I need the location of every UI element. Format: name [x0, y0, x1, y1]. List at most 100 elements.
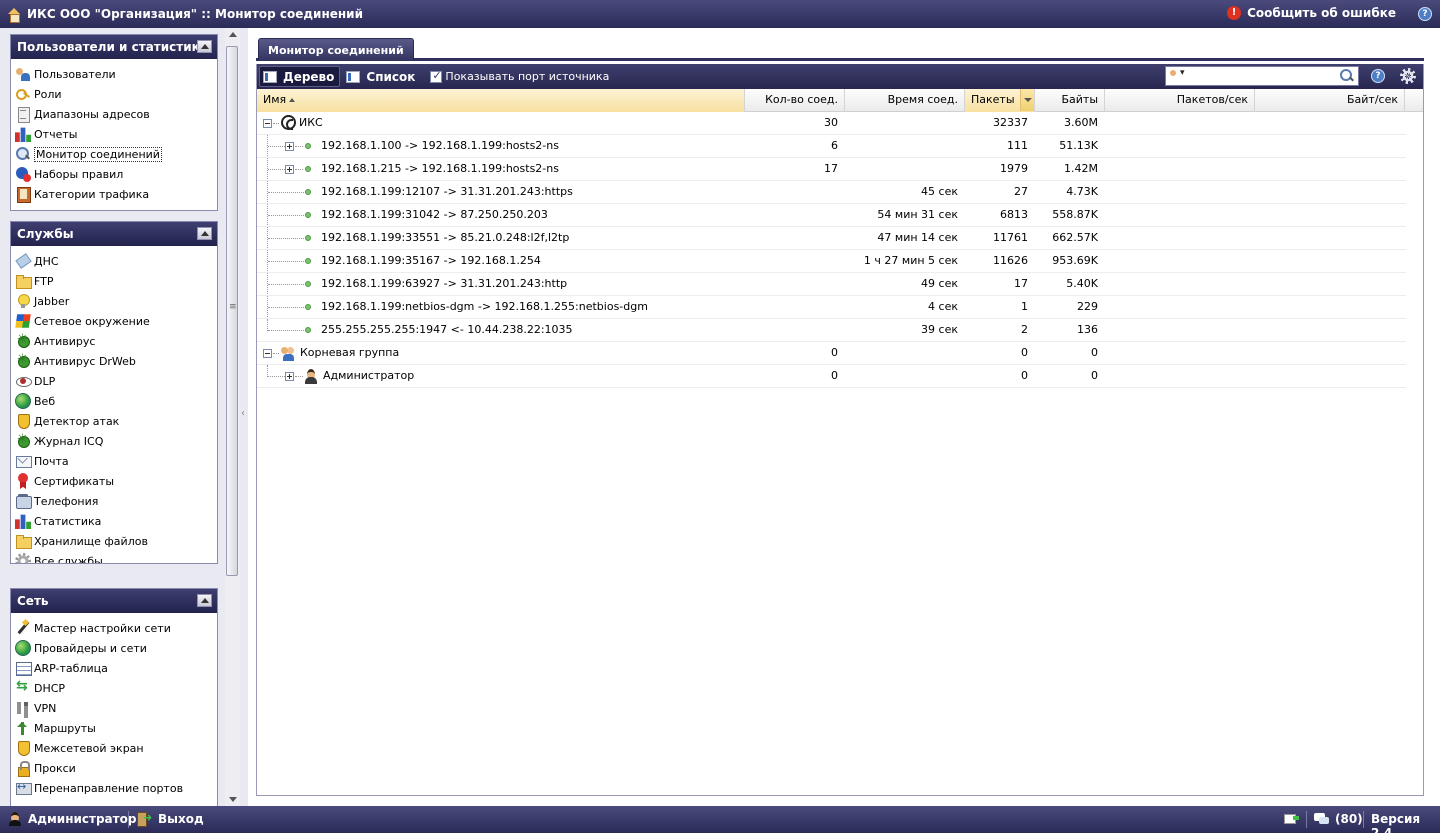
show-source-port-toggle[interactable]: Показывать порт источника [430, 69, 609, 83]
sidebar-item[interactable]: VPN [15, 698, 217, 718]
sidebar-item[interactable]: Антивирус [15, 331, 217, 351]
sidebar-item[interactable]: DHCP [15, 678, 217, 698]
help-icon[interactable]: ? [1418, 7, 1432, 21]
sidebar-item[interactable]: Почта [15, 451, 217, 471]
sidebar-item[interactable]: Сетевое окружение [15, 311, 217, 331]
sidebar-item[interactable]: Веб [15, 391, 217, 411]
sidebar-item[interactable]: ARP-таблица [15, 658, 217, 678]
scroll-down-icon[interactable] [229, 797, 237, 802]
list-view-button[interactable]: Список [342, 66, 421, 87]
sidebar-item[interactable]: Монитор соединений [15, 144, 217, 164]
app-title: ИКС ООО "Организация" :: Монитор соедине… [27, 7, 363, 21]
table-row[interactable]: 192.168.1.215 -> 192.168.1.199:hosts2-ns… [257, 158, 1406, 181]
sidebar-item[interactable]: ДНС [15, 251, 217, 271]
cell-packets: 2 [1021, 323, 1028, 336]
sidebar-item[interactable]: Диапазоны адресов [15, 104, 217, 124]
sidebar-panel-header[interactable]: Сеть [11, 589, 217, 613]
column-time-header[interactable]: Время соед. [845, 89, 965, 112]
column-bytes-per-sec-header[interactable]: Байт/сек [1255, 89, 1405, 112]
sidebar-item[interactable]: Журнал ICQ [15, 431, 217, 451]
show-source-port-checkbox[interactable] [430, 69, 443, 83]
settings-gear-icon[interactable] [1400, 68, 1416, 84]
logout-button[interactable]: Выход [137, 811, 204, 827]
table-row[interactable]: 255.255.255.255:1947 <- 10.44.238.22:103… [257, 319, 1406, 342]
cell-bytes: 3.60M [1064, 116, 1098, 129]
expand-node-icon[interactable] [285, 142, 294, 151]
messages-count: (80) [1335, 812, 1363, 826]
sidebar-item[interactable]: Провайдеры и сети [15, 638, 217, 658]
sidebar-item[interactable]: Наборы правил [15, 164, 217, 184]
sidebar-item[interactable]: Перенаправление портов [15, 778, 217, 798]
search-input[interactable] [1192, 68, 1332, 84]
table-row[interactable]: Администратор 0 0 0 [257, 365, 1406, 388]
filter-users-icon[interactable] [1170, 68, 1188, 83]
expand-node-icon[interactable] [285, 372, 294, 381]
cell-bytes: 136 [1077, 323, 1098, 336]
bug-icon [15, 352, 31, 369]
sidebar-item[interactable]: DLP [15, 371, 217, 391]
cell-count: 0 [831, 346, 838, 359]
scroll-up-icon[interactable] [229, 32, 237, 37]
collapse-icon[interactable] [197, 227, 212, 240]
sidebar-splitter[interactable] [240, 28, 248, 806]
sidebar-item[interactable]: Статистика [15, 511, 217, 531]
column-packets-header[interactable]: Пакеты [965, 89, 1035, 112]
table-row[interactable]: 192.168.1.199:31042 -> 87.250.250.203 54 … [257, 204, 1406, 227]
sidebar-item-label: Пользователи [34, 67, 116, 81]
table-row[interactable]: 192.168.1.199:12107 -> 31.31.201.243:htt… [257, 181, 1406, 204]
sidebar-item[interactable]: Роли [15, 84, 217, 104]
cell-bps [1255, 273, 1405, 295]
messages-button[interactable]: (80) [1314, 812, 1363, 826]
sidebar-item[interactable]: Маршруты [15, 718, 217, 738]
sidebar-item[interactable]: Сертификаты [15, 471, 217, 491]
sidebar-item[interactable]: Антивирус DrWeb [15, 351, 217, 371]
expand-node-icon[interactable] [285, 165, 294, 174]
sidebar-panel-header[interactable]: Службы [11, 222, 217, 246]
tree-view-button[interactable]: Дерево [259, 66, 341, 87]
sidebar-panel-header[interactable]: Пользователи и статистика [11, 35, 217, 59]
column-name-header[interactable]: Имя [257, 89, 745, 112]
column-bytes-header[interactable]: Байты [1035, 89, 1105, 112]
table-row[interactable]: Корневая группа 0 0 0 [257, 342, 1406, 365]
sidebar-panel: Пользователи и статистика Пользователи Рол… [10, 34, 218, 211]
collapse-node-icon[interactable] [263, 119, 272, 128]
sidebar-item[interactable]: Межсетевой экран [15, 738, 217, 758]
home-icon[interactable] [7, 7, 21, 23]
table-row[interactable]: 192.168.1.100 -> 192.168.1.199:hosts2-ns… [257, 135, 1406, 158]
sidebar-item[interactable]: Категории трафика [15, 184, 217, 204]
table-row[interactable]: ИКС 30 32337 3.60M [257, 112, 1406, 135]
report-error-button[interactable]: ! Сообщить об ошибке [1227, 6, 1396, 20]
cell-count [745, 250, 845, 272]
sidebar-item[interactable]: Все службы [15, 551, 217, 563]
sidebar-item[interactable]: Пользователи [15, 64, 217, 84]
sidebar-item[interactable]: Прокси [15, 758, 217, 778]
column-count-header[interactable]: Кол-во соед. [745, 89, 845, 112]
sidebar-item[interactable]: Jabber [15, 291, 217, 311]
network-status[interactable] [1284, 812, 1300, 825]
sidebar-item[interactable]: Хранилище файлов [15, 531, 217, 551]
sidebar-item[interactable]: Мастер настройки сети [15, 618, 217, 638]
table-row[interactable]: 192.168.1.199:33551 -> 85.21.0.248:l2f,l… [257, 227, 1406, 250]
connection-name: 192.168.1.199:12107 -> 31.31.201.243:htt… [321, 185, 573, 198]
search-icon[interactable] [1340, 69, 1354, 83]
current-user[interactable]: Администратор [8, 812, 136, 826]
grid-scrollbar[interactable] [1406, 112, 1423, 795]
panel-help-icon[interactable]: ? [1371, 69, 1385, 83]
table-row[interactable]: 192.168.1.199:35167 -> 192.168.1.254 1 ч … [257, 250, 1406, 273]
scroll-thumb[interactable] [226, 46, 238, 576]
collapse-node-icon[interactable] [263, 349, 272, 358]
sidebar-item-label: VPN [34, 701, 57, 715]
table-row[interactable]: 192.168.1.199:63927 -> 31.31.201.243:htt… [257, 273, 1406, 296]
sidebar-item[interactable]: Телефония [15, 491, 217, 511]
column-menu-icon[interactable] [1020, 89, 1034, 111]
sidebar-scrollbar[interactable] [225, 28, 240, 806]
sidebar-item[interactable]: Детектор атак [15, 411, 217, 431]
sidebar-item[interactable]: FTP [15, 271, 217, 291]
collapse-icon[interactable] [197, 40, 212, 53]
column-packets-per-sec-header[interactable]: Пакетов/сек [1105, 89, 1255, 112]
tree-line [268, 261, 304, 262]
sidebar-item[interactable]: Отчеты [15, 124, 217, 144]
tab-connection-monitor[interactable]: Монитор соединений [258, 38, 414, 61]
collapse-icon[interactable] [197, 594, 212, 607]
table-row[interactable]: 192.168.1.199:netbios-dgm -> 192.168.1.2… [257, 296, 1406, 319]
